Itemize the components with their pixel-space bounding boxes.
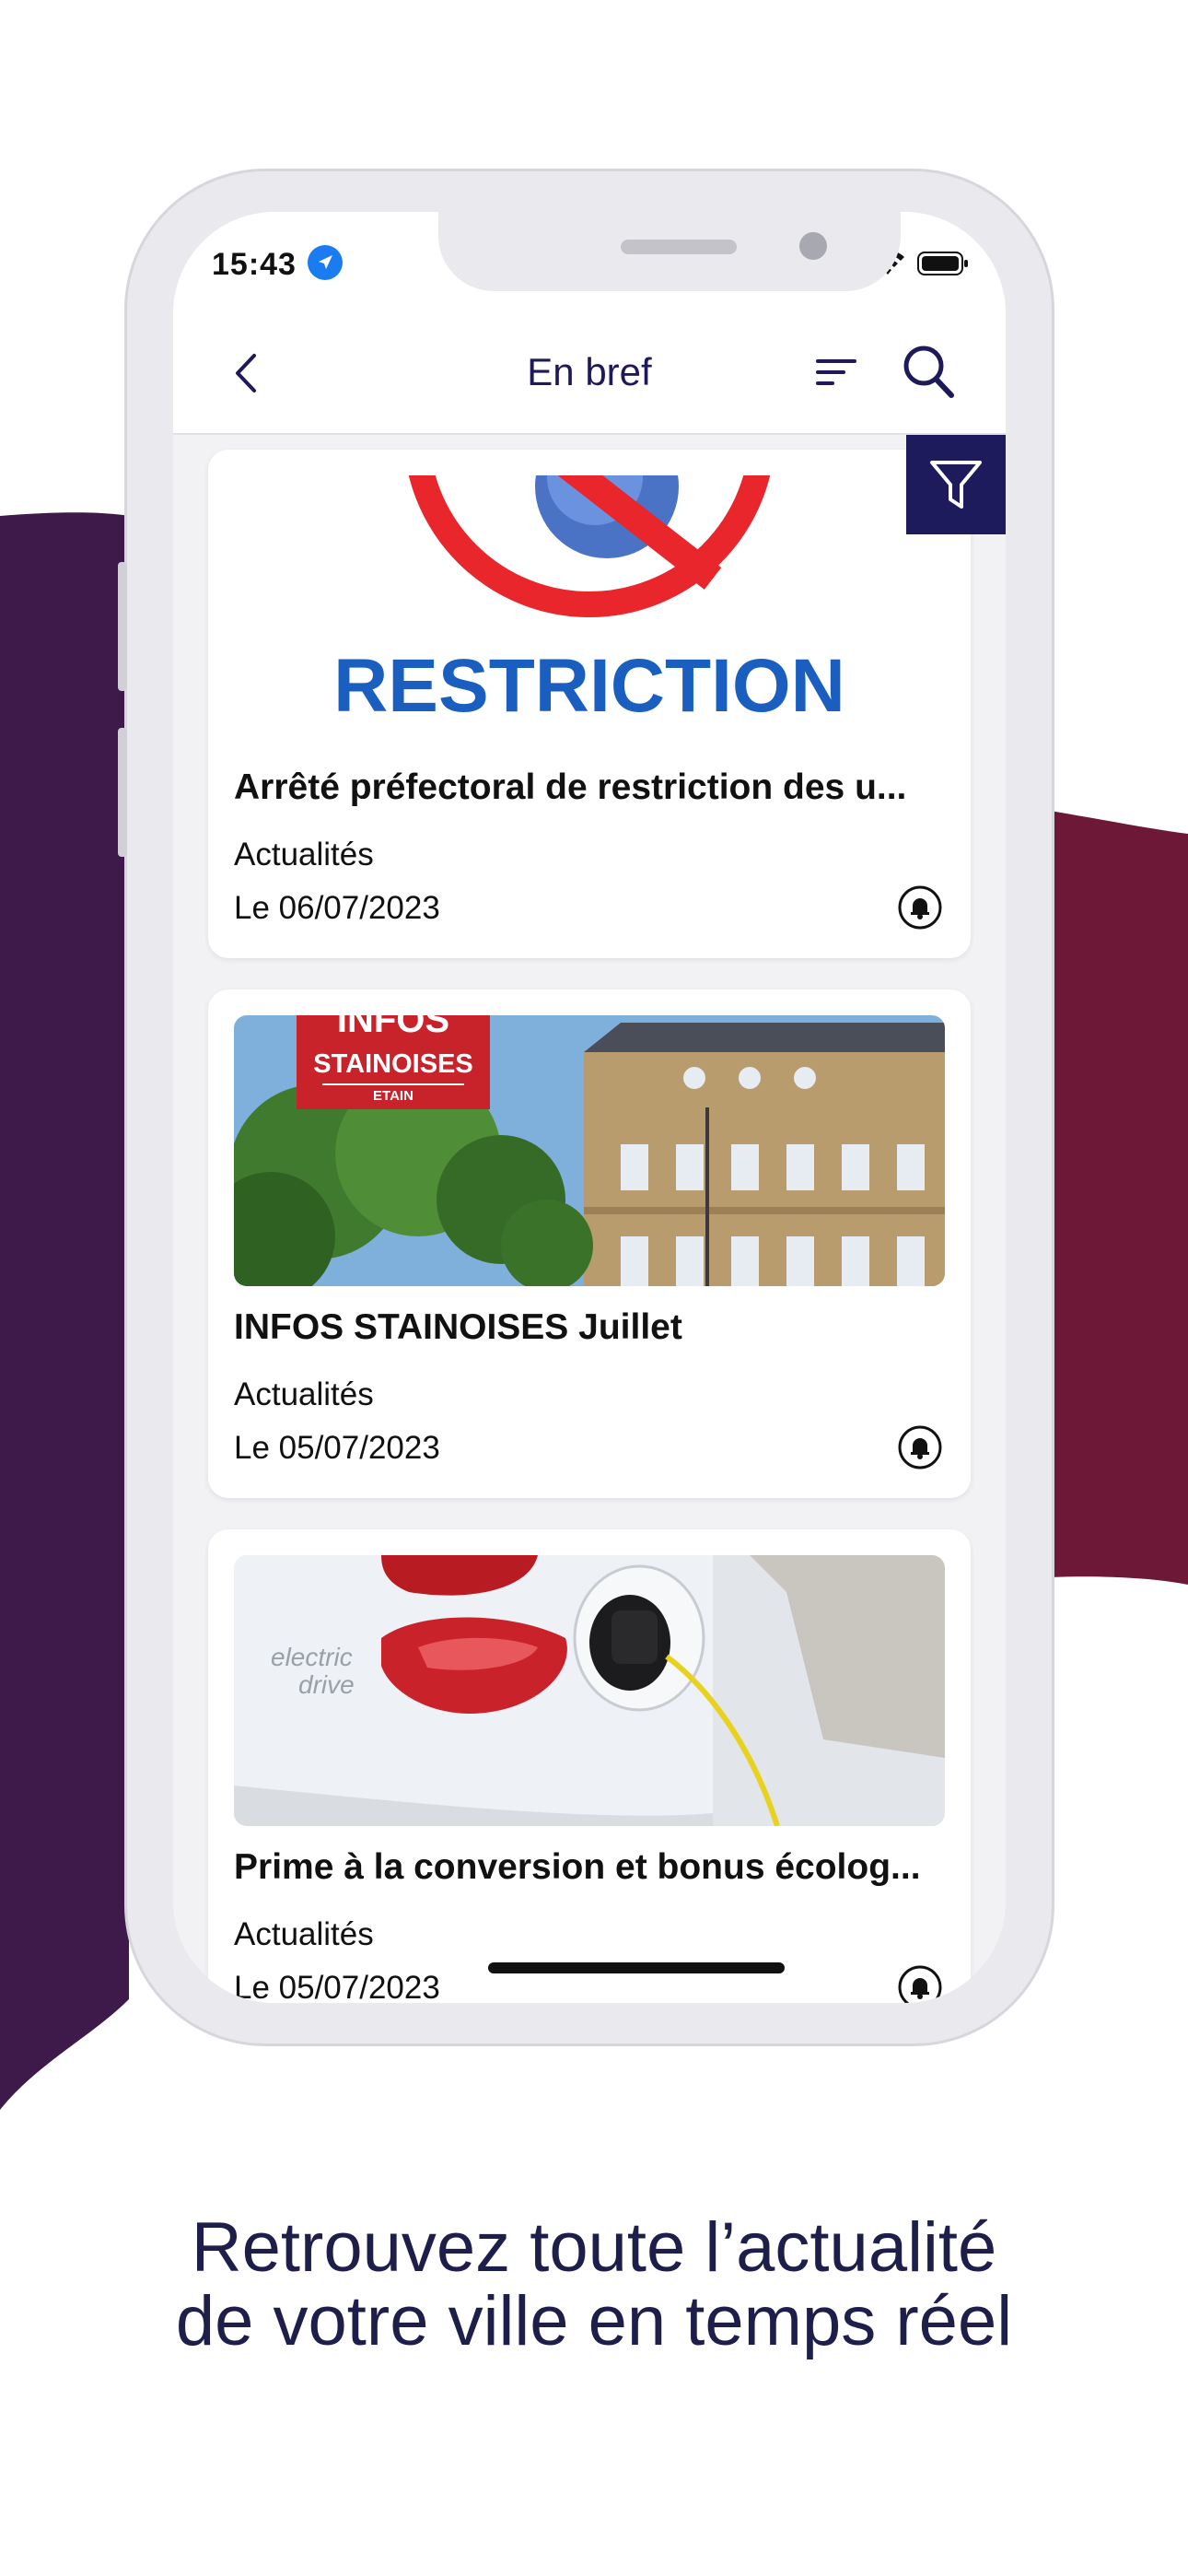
card-date: Le 05/07/2023 [234,1970,440,2003]
card-title: Prime à la conversion et bonus écolog... [234,1847,921,1887]
car-badge-drive: drive [298,1670,355,1699]
restriction-text: RESTRICTION [333,644,845,728]
location-arrow-icon [308,245,343,280]
phone-screen: 15:43 En bref RESTRICTION Arrêté préfect… [173,212,1006,2003]
navigation-bar: En bref [173,313,1006,435]
news-card[interactable]: electric drive Prime à la conversion et … [208,1529,971,2003]
banner-text-infos: INFOS [337,1015,449,1040]
card-image-town-hall: INFOS STAINOISES ETAIN [234,1015,945,1286]
card-category: Actualités [234,1376,374,1412]
wine-wave [1050,811,1188,1585]
tagline-line-1: Retrouvez toute l’actualité [191,2208,997,2287]
news-card[interactable]: RESTRICTION Arrêté préfectoral de restri… [208,450,971,958]
card-category: Actualités [234,837,374,872]
side-button [118,562,127,691]
electric-car-photo: electric drive [234,1555,945,1826]
filter-button[interactable] [906,435,1006,534]
filter-icon [930,461,982,509]
phone-frame: 15:43 En bref RESTRICTION Arrêté préfect… [118,171,1052,2043]
status-time: 15:43 [212,247,297,282]
banner-text-stainoises: STAINOISES [313,1049,473,1079]
news-card[interactable]: INFOS STAINOISES ETAIN INFOS STAINOISES … [208,989,971,1498]
car-badge-electric: electric [271,1643,353,1671]
phone-notch [438,212,901,291]
bell-icon[interactable] [897,1424,943,1470]
purple-wave [0,512,129,2110]
banner-text-etain: ETAIN [373,1088,413,1104]
news-feed: RESTRICTION Arrêté préfectoral de restri… [173,435,1006,2003]
town-hall-photo: INFOS STAINOISES ETAIN [234,1015,945,1286]
card-image-restriction: RESTRICTION [234,450,945,746]
card-title: INFOS STAINOISES Juillet [234,1307,682,1347]
page-title: En bref [527,350,652,393]
card-date: Le 06/07/2023 [234,890,440,926]
home-indicator[interactable] [488,1962,785,1973]
battery-icon [917,252,968,275]
card-date: Le 05/07/2023 [234,1430,440,1466]
restriction-illustration: RESTRICTION [333,475,845,728]
tagline: Retrouvez toute l’actualité de votre vil… [0,2211,1188,2359]
card-image-electric-car: electric drive [234,1555,945,1826]
bell-icon[interactable] [897,1964,943,2003]
card-title: Arrêté préfectoral de restriction des u.… [234,767,907,807]
side-button [118,728,127,857]
front-camera [799,232,827,260]
search-icon[interactable] [901,343,956,400]
tagline-line-2: de votre ville en temps réel [175,2282,1013,2360]
bell-icon[interactable] [897,884,943,931]
sort-icon[interactable] [814,354,860,391]
card-category: Actualités [234,1916,374,1952]
speaker-grille [621,240,737,254]
